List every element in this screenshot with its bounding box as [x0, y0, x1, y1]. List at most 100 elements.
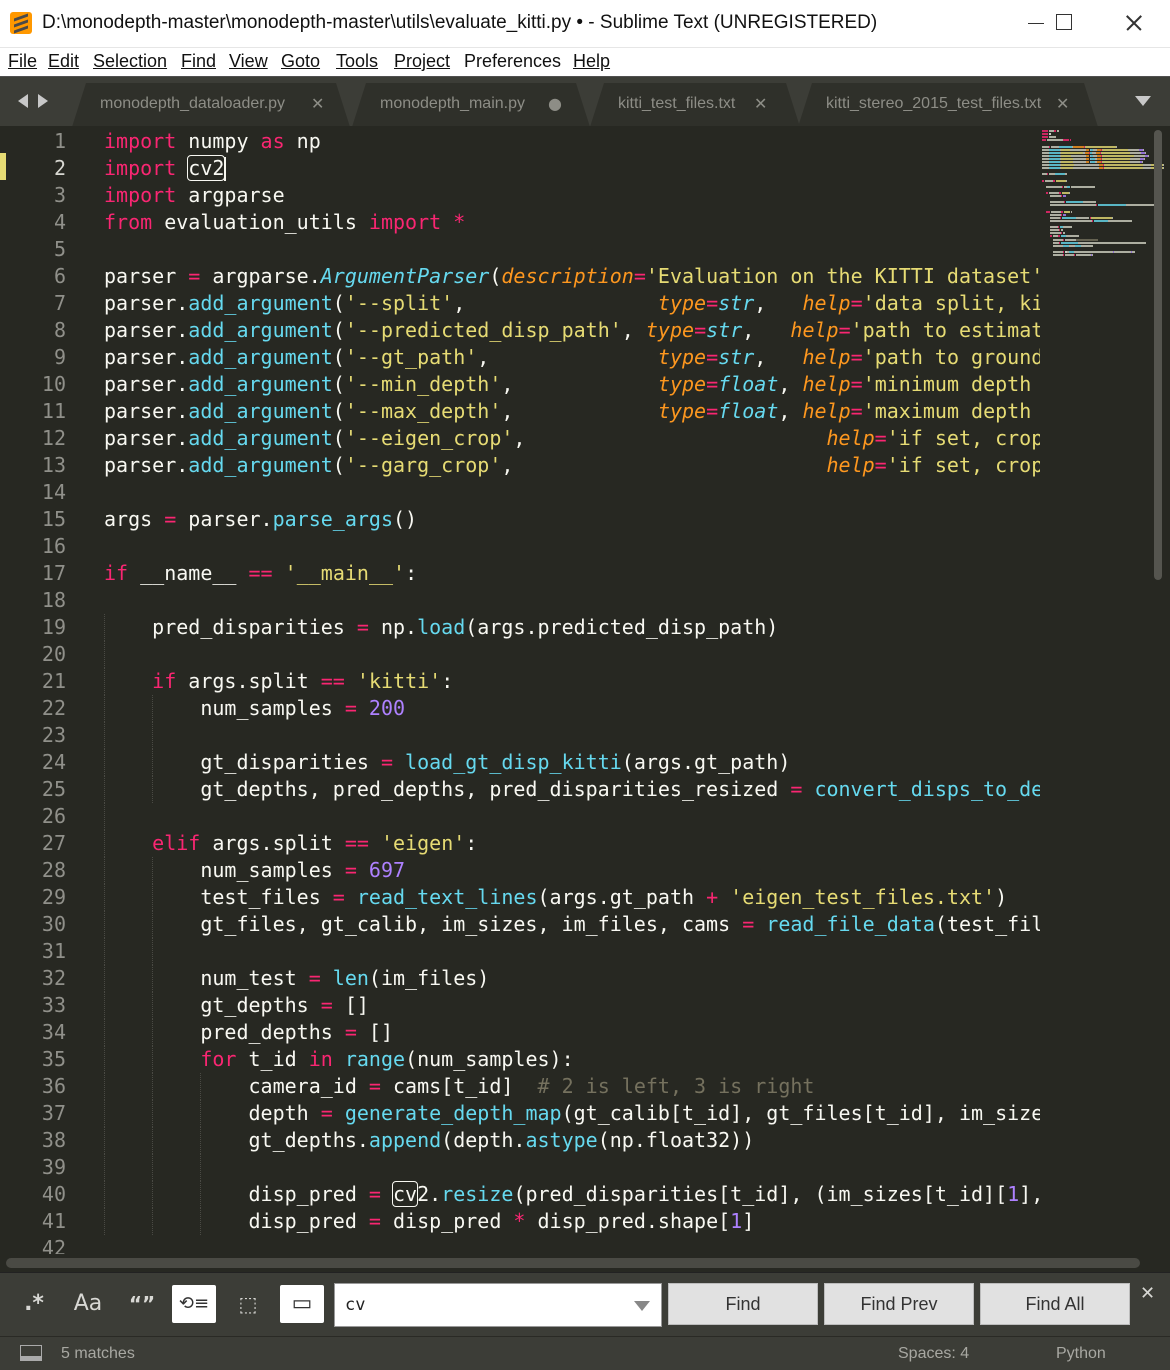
code-token: (im_files): [368, 966, 490, 990]
tab-list-dropdown-icon[interactable]: [1135, 96, 1151, 106]
tab-monodepth-main[interactable]: monodepth_main.py ●: [352, 83, 590, 127]
code-line[interactable]: num_samples = 200: [104, 695, 405, 722]
minimap-stroke: [1046, 173, 1048, 176]
modified-dot-icon[interactable]: ●: [548, 94, 562, 113]
find-prev-button[interactable]: Find Prev: [824, 1283, 974, 1325]
menu-find[interactable]: Find: [181, 51, 216, 72]
minimap-stroke: [1142, 164, 1152, 167]
code-line[interactable]: if __name__ == '__main__':: [104, 560, 417, 587]
minimap-stroke: [1048, 164, 1061, 167]
close-icon[interactable]: ✕: [1056, 94, 1069, 113]
close-find-panel-icon[interactable]: ✕: [1140, 1283, 1155, 1304]
syntax-setting[interactable]: Python: [1056, 1345, 1106, 1363]
code-line[interactable]: parser.add_argument('--split', type=str,…: [104, 290, 1040, 317]
menu-preferences[interactable]: Preferences: [464, 51, 561, 72]
minimap-stroke: [1061, 161, 1074, 163]
code-line[interactable]: gt_depths = []: [104, 992, 369, 1019]
menu-view[interactable]: View: [229, 51, 268, 72]
line-number: 19: [41, 615, 66, 639]
menu-file[interactable]: File: [8, 51, 37, 72]
code-token: ,: [621, 318, 646, 342]
close-icon[interactable]: ✕: [754, 94, 767, 113]
tab-monodepth-dataloader[interactable]: monodepth_dataloader.py ✕: [72, 83, 350, 127]
code-line[interactable]: pred_depths = []: [104, 1019, 393, 1046]
show-panel-icon[interactable]: [20, 1345, 42, 1361]
code-line[interactable]: num_samples = 697: [104, 857, 405, 884]
code-token: argparse: [176, 183, 285, 207]
code-token: =: [850, 345, 863, 369]
line-number: 6: [53, 264, 66, 288]
code-token: depth: [104, 1101, 321, 1125]
code-token: =: [164, 507, 177, 531]
whole-word-toggle[interactable]: “”: [120, 1285, 164, 1323]
close-window-button[interactable]: [1100, 0, 1170, 46]
find-button[interactable]: Find: [668, 1283, 818, 1325]
code-line[interactable]: test_files = read_text_lines(args.gt_pat…: [104, 884, 1007, 911]
code-area[interactable]: import numpy as np import cv2 import argpa…: [104, 126, 1040, 1254]
code-line[interactable]: import argparse: [104, 182, 285, 209]
minimap[interactable]: [1040, 126, 1164, 1254]
wrap-toggle[interactable]: ⟲≡: [172, 1285, 216, 1323]
code-token: =: [320, 1101, 333, 1125]
code-line[interactable]: gt_depths, pred_depths, pred_disparities…: [104, 776, 1040, 803]
line-number: 28: [41, 858, 66, 882]
in-selection-toggle[interactable]: ⬚: [226, 1285, 270, 1323]
code-line[interactable]: gt_disparities = load_gt_disp_kitti(args…: [104, 749, 790, 776]
code-line[interactable]: gt_depths.append(depth.astype(np.float32…: [104, 1127, 754, 1154]
minimap-stroke: [1074, 250, 1114, 253]
maximize-button[interactable]: [1030, 0, 1100, 46]
code-line[interactable]: pred_disparities = np.load(args.predicte…: [104, 614, 778, 641]
code-line[interactable]: parser.add_argument('--garg_crop', help=…: [104, 452, 1040, 479]
find-history-dropdown-icon[interactable]: [634, 1301, 650, 1311]
code-token: =: [838, 318, 851, 342]
menu-help[interactable]: Help: [573, 51, 610, 72]
code-line[interactable]: parser.add_argument('--gt_path', type=st…: [104, 344, 1040, 371]
horizontal-scrollbar[interactable]: [6, 1258, 1140, 1268]
code-line[interactable]: num_test = len(im_files): [104, 965, 489, 992]
code-line[interactable]: depth = generate_depth_map(gt_calib[t_id…: [104, 1100, 1040, 1127]
case-sensitive-toggle[interactable]: Aa: [66, 1285, 110, 1323]
menu-goto[interactable]: Goto: [281, 51, 320, 72]
code-line[interactable]: parser = argparse.ArgumentParser(descrip…: [104, 263, 1040, 290]
indent-guide: [200, 1100, 202, 1127]
tab-scroll-right-icon[interactable]: [38, 94, 48, 108]
menu-project[interactable]: Project: [394, 51, 450, 72]
tab-kitti-stereo-2015-test-files[interactable]: kitti_stereo_2015_test_files.txt ✕: [798, 83, 1098, 127]
code-token: load_gt_disp_kitti: [405, 750, 622, 774]
menu-selection[interactable]: Selection: [93, 51, 167, 72]
code-line[interactable]: parser.add_argument('--predicted_disp_pa…: [104, 317, 1040, 344]
code-line[interactable]: camera_id = cams[t_id] # 2 is left, 3 is…: [104, 1073, 814, 1100]
close-icon[interactable]: ✕: [311, 94, 324, 113]
code-token: 1: [1007, 1182, 1020, 1206]
menu-tools[interactable]: Tools: [336, 51, 378, 72]
vertical-scrollbar[interactable]: [1154, 130, 1162, 580]
indent-guide: [200, 1154, 202, 1181]
code-line[interactable]: gt_files, gt_calib, im_sizes, im_files, …: [104, 911, 1040, 938]
code-line[interactable]: from evaluation_utils import *: [104, 209, 465, 236]
code-token: 2.: [417, 1182, 442, 1206]
code-line[interactable]: parser.add_argument('--max_depth', type=…: [104, 398, 1040, 425]
find-input[interactable]: cv: [334, 1283, 662, 1327]
minimap-stroke: [1070, 185, 1096, 188]
menu-edit[interactable]: Edit: [48, 51, 79, 72]
code-line[interactable]: elif args.split == 'eigen':: [104, 830, 477, 857]
code-line[interactable]: parser.add_argument('--min_depth', type=…: [104, 371, 1040, 398]
regex-toggle[interactable]: .*: [12, 1285, 56, 1323]
code-line[interactable]: import cv2: [104, 155, 226, 182]
code-line[interactable]: disp_pred = disp_pred * disp_pred.shape[…: [104, 1208, 754, 1235]
code-line[interactable]: if args.split == 'kitti':: [104, 668, 453, 695]
code-line[interactable]: disp_pred = cv2.resize(pred_disparities[…: [104, 1181, 1040, 1208]
find-all-button[interactable]: Find All: [980, 1283, 1130, 1325]
code-token: add_argument: [188, 399, 333, 423]
code-token: ], im_sizes[t_id][: [1019, 1182, 1040, 1206]
code-line[interactable]: args = parser.parse_args(): [104, 506, 417, 533]
tab-kitti-test-files[interactable]: kitti_test_files.txt ✕: [590, 83, 800, 127]
indentation-setting[interactable]: Spaces: 4: [898, 1345, 969, 1363]
code-editor[interactable]: 1 2 3 4 5 6 7 8 9 10 11 12 13 14 15 16 17 18 19 20 21 22 23 24 2…: [0, 126, 1170, 1254]
code-line[interactable]: import numpy as np: [104, 128, 321, 155]
code-line[interactable]: for t_id in range(num_samples):: [104, 1046, 573, 1073]
highlight-matches-toggle[interactable]: ▭: [280, 1285, 324, 1323]
code-line[interactable]: parser.add_argument('--eigen_crop', help…: [104, 425, 1040, 452]
minimap-stroke: [1069, 139, 1071, 142]
tab-scroll-left-icon[interactable]: [18, 94, 28, 108]
